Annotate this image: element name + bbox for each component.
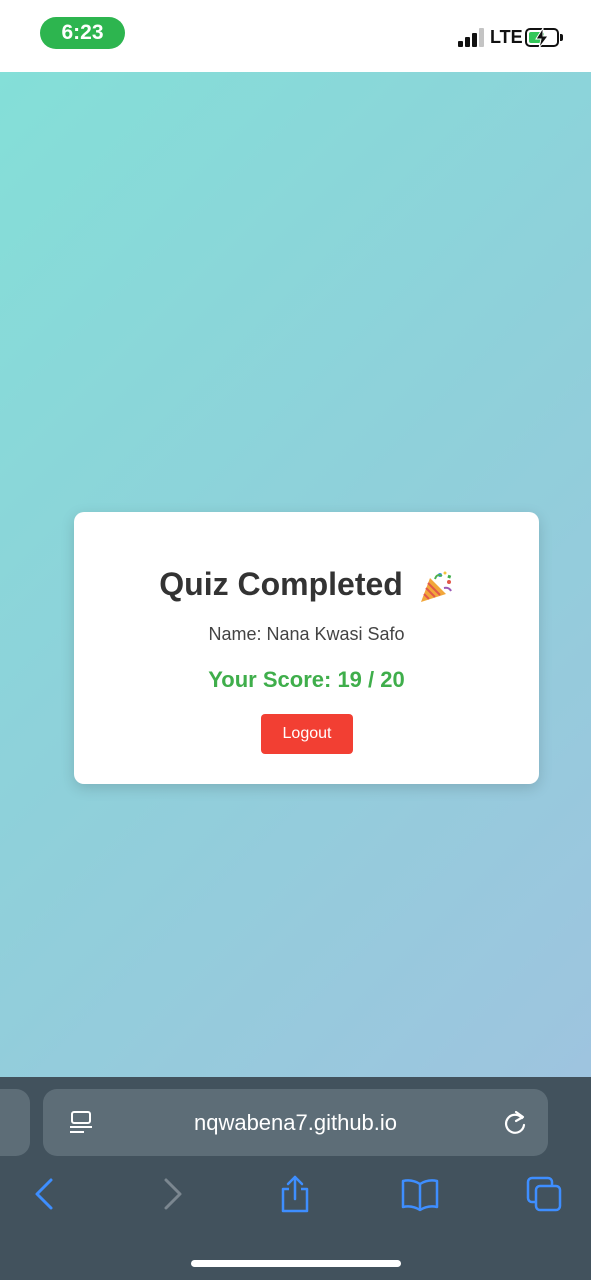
signal-icon: [458, 28, 484, 47]
url-text[interactable]: nqwabena7.github.io: [43, 1110, 548, 1136]
result-card: Quiz Completed Name: Nana Kwasi Safo You…: [74, 512, 539, 784]
logout-button[interactable]: Logout: [261, 714, 353, 754]
previous-tab-peek[interactable]: [0, 1089, 30, 1156]
quiz-title: Quiz Completed: [74, 566, 539, 604]
forward-icon[interactable]: [152, 1175, 192, 1213]
back-icon[interactable]: [25, 1175, 65, 1213]
home-indicator[interactable]: [191, 1260, 401, 1267]
user-name: Name: Nana Kwasi Safo: [208, 624, 405, 644]
tabs-icon[interactable]: [525, 1175, 565, 1213]
battery-charging-icon: [525, 28, 559, 48]
status-time: 6:23: [40, 17, 125, 49]
address-bar[interactable]: nqwabena7.github.io: [43, 1089, 548, 1156]
party-popper-icon: [420, 571, 452, 602]
share-icon[interactable]: [275, 1175, 315, 1213]
battery-tip: [560, 34, 563, 41]
score-display: Your Score: 19 / 20: [208, 667, 405, 692]
browser-toolbar: nqwabena7.github.io: [0, 1077, 591, 1280]
reload-icon[interactable]: [502, 1109, 528, 1137]
page-viewport: Quiz Completed Name: Nana Kwasi Safo You…: [0, 72, 591, 1077]
status-bar: 6:23 LTE: [0, 0, 591, 72]
bookmarks-icon[interactable]: [400, 1175, 440, 1213]
quiz-title-text: Quiz Completed: [159, 566, 403, 602]
network-type-label: LTE: [490, 27, 523, 47]
